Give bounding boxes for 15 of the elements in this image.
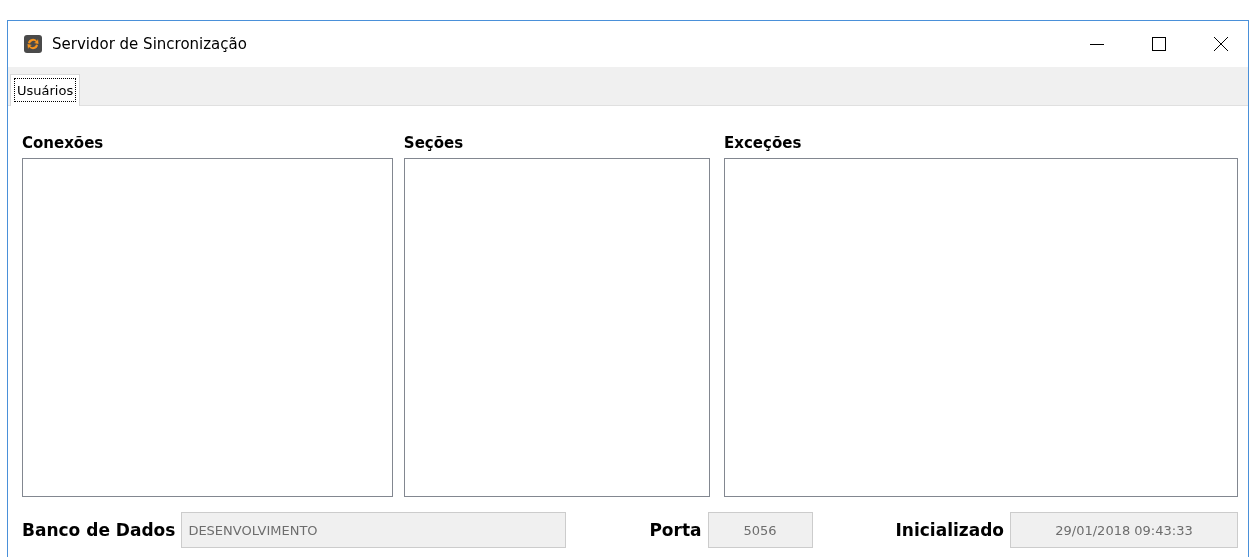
close-icon (1213, 36, 1229, 52)
list-box[interactable] (724, 158, 1238, 497)
field-label: Inicializado (895, 520, 1004, 540)
list-label: Seções (403, 134, 465, 154)
list-label: Exceções (724, 134, 803, 154)
maximize-icon (1151, 36, 1167, 52)
field-label: Banco de Dados (22, 520, 176, 540)
list-label: Conexões (22, 134, 105, 154)
minimize-icon (1090, 43, 1104, 45)
users-tab[interactable]: Usuários (10, 74, 81, 106)
window-title: Servidor de Sincronização (52, 35, 247, 53)
list-box[interactable] (22, 158, 393, 497)
sync-icon (24, 35, 42, 53)
list-box[interactable] (403, 158, 711, 497)
field-label: Porta (649, 520, 702, 540)
